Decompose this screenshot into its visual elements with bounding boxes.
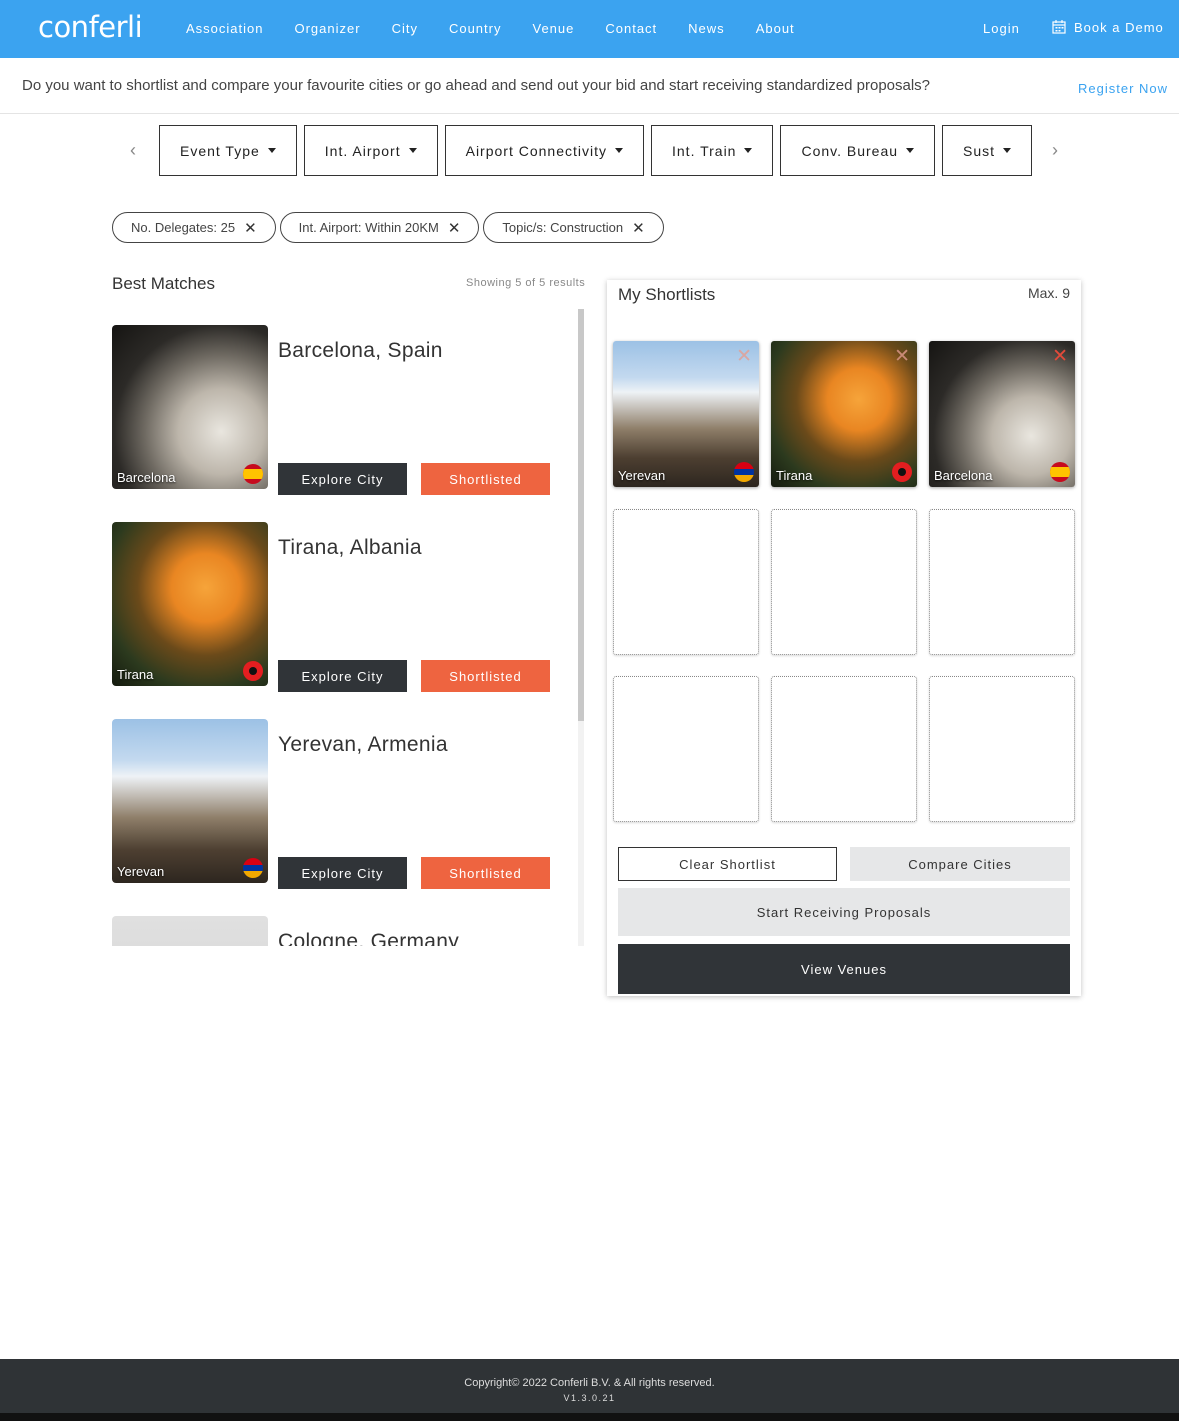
filter-int-train[interactable]: Int. Train: [651, 125, 774, 176]
caret-down-icon: [615, 148, 623, 153]
albania-flag-icon: [243, 661, 263, 681]
city-name[interactable]: Barcelona, Spain: [278, 339, 443, 363]
filters-viewport: Event Type Int. Airport Airport Connecti…: [159, 125, 1034, 177]
active-filter-chips: No. Delegates: 25 ✕ Int. Airport: Within …: [112, 212, 668, 243]
albania-flag-icon: [892, 462, 912, 482]
thumbnail-label: Yerevan: [117, 864, 165, 879]
caret-down-icon: [744, 148, 753, 153]
close-icon[interactable]: ✕: [448, 219, 461, 237]
nav-association[interactable]: Association: [186, 21, 263, 36]
nav-organizer[interactable]: Organizer: [294, 21, 360, 36]
calendar-icon: [1052, 20, 1066, 34]
start-receiving-proposals-button[interactable]: Start Receiving Proposals: [618, 888, 1070, 936]
filter-bar: ‹ Event Type Int. Airport Airport Connec…: [120, 124, 1070, 178]
footer: Copyright© 2022 Conferli B.V. & All righ…: [0, 1359, 1179, 1421]
chip-delegates: No. Delegates: 25 ✕: [112, 212, 276, 243]
empty-shortlist-slot: [771, 509, 917, 655]
city-thumbnail[interactable]: Yerevan: [112, 719, 268, 883]
filter-conv-bureau[interactable]: Conv. Bureau: [780, 125, 936, 176]
empty-shortlist-slot: [771, 676, 917, 822]
version-text: V1.3.0.21: [563, 1393, 616, 1403]
empty-shortlist-slot: [929, 509, 1075, 655]
nav-contact[interactable]: Contact: [605, 21, 657, 36]
chip-topic: Topic/s: Construction ✕: [483, 212, 664, 243]
book-demo-button[interactable]: Book a Demo: [1051, 19, 1164, 35]
caret-down-icon: [267, 148, 276, 153]
close-icon[interactable]: ✕: [1052, 345, 1068, 368]
list-item: Tirana Tirana, Albania Explore City Shor…: [112, 506, 572, 692]
nav-news[interactable]: News: [688, 21, 725, 36]
explore-city-button[interactable]: Explore City: [278, 463, 407, 495]
info-banner: Do you want to shortlist and compare you…: [0, 58, 1179, 114]
nav-city[interactable]: City: [392, 21, 418, 36]
close-icon[interactable]: ✕: [736, 345, 752, 368]
empty-shortlist-slot: [929, 676, 1075, 822]
spain-flag-icon: [1050, 462, 1070, 482]
compare-cities-button[interactable]: Compare Cities: [850, 847, 1070, 881]
login-link[interactable]: Login: [983, 21, 1020, 36]
book-demo-label: Book a Demo: [1074, 19, 1164, 35]
city-name[interactable]: Tirana, Albania: [278, 536, 422, 560]
filter-sustainability[interactable]: Sust: [942, 125, 1033, 176]
shortlist-slot[interactable]: ✕ Yerevan: [613, 341, 759, 487]
conferli-logo[interactable]: conferli: [38, 10, 143, 44]
thumbnail-label: Tirana: [117, 667, 154, 682]
caret-down-icon: [1003, 148, 1012, 153]
explore-city-button[interactable]: Explore City: [278, 660, 407, 692]
chevron-right-icon[interactable]: ›: [1052, 140, 1058, 161]
list-item: Yerevan Yerevan, Armenia Explore City Sh…: [112, 703, 572, 889]
empty-shortlist-slot: [613, 676, 759, 822]
shortlist-panel: My Shortlists Max. 9 ✕ Yerevan ✕ Tirana …: [607, 280, 1081, 996]
banner-text: Do you want to shortlist and compare you…: [22, 77, 931, 94]
thumbnail-label: Barcelona: [117, 470, 176, 485]
shortlist-slot[interactable]: ✕ Barcelona: [929, 341, 1075, 487]
register-now-link[interactable]: Register Now: [1078, 81, 1168, 96]
scrollbar-thumb[interactable]: [578, 309, 584, 721]
best-matches-title: Best Matches: [112, 274, 215, 293]
shortlisted-button[interactable]: Shortlisted: [421, 857, 550, 889]
thumbnail-label: Barcelona: [934, 468, 993, 483]
nav-links: Association Organizer City Country Venue…: [186, 21, 826, 36]
thumbnail-label: Tirana: [776, 468, 813, 483]
city-thumbnail[interactable]: [112, 916, 268, 946]
copyright-text: Copyright© 2022 Conferli B.V. & All righ…: [464, 1377, 715, 1389]
city-name[interactable]: Cologne, Germany: [278, 930, 459, 946]
shortlisted-button[interactable]: Shortlisted: [421, 660, 550, 692]
nav-country[interactable]: Country: [449, 21, 502, 36]
close-icon[interactable]: ✕: [244, 219, 257, 237]
city-thumbnail[interactable]: Barcelona: [112, 325, 268, 489]
shortlist-slot[interactable]: ✕ Tirana: [771, 341, 917, 487]
filter-airport-connectivity[interactable]: Airport Connectivity: [444, 125, 644, 176]
empty-shortlist-slot: [613, 509, 759, 655]
close-icon[interactable]: ✕: [632, 219, 645, 237]
list-item: Cologne, Germany: [112, 900, 572, 946]
caret-down-icon: [408, 148, 417, 153]
city-thumbnail[interactable]: Tirana: [112, 522, 268, 686]
chevron-left-icon[interactable]: ‹: [130, 140, 136, 161]
top-navigation: conferli Association Organizer City Coun…: [0, 0, 1179, 58]
thumbnail-label: Yerevan: [618, 468, 666, 483]
list-item: Barcelona Barcelona, Spain Explore City …: [112, 309, 572, 495]
filter-event-type[interactable]: Event Type: [159, 125, 297, 176]
chip-airport: Int. Airport: Within 20KM ✕: [279, 212, 480, 243]
nav-venue[interactable]: Venue: [532, 21, 574, 36]
shortlisted-button[interactable]: Shortlisted: [421, 463, 550, 495]
results-list[interactable]: Barcelona Barcelona, Spain Explore City …: [112, 309, 588, 946]
results-count: Showing 5 of 5 results: [466, 277, 586, 289]
spain-flag-icon: [243, 464, 263, 484]
explore-city-button[interactable]: Explore City: [278, 857, 407, 889]
filter-int-airport[interactable]: Int. Airport: [303, 125, 438, 176]
results-scrollbar[interactable]: [578, 309, 584, 946]
armenia-flag-icon: [243, 858, 263, 878]
armenia-flag-icon: [734, 462, 754, 482]
caret-down-icon: [906, 148, 915, 153]
nav-about[interactable]: About: [756, 21, 795, 36]
shortlist-title: My Shortlists: [618, 285, 716, 304]
view-venues-button[interactable]: View Venues: [618, 944, 1070, 994]
shortlist-max: Max. 9: [1027, 285, 1070, 301]
clear-shortlist-button[interactable]: Clear Shortlist: [618, 847, 837, 881]
city-name[interactable]: Yerevan, Armenia: [278, 733, 448, 757]
close-icon[interactable]: ✕: [894, 345, 910, 368]
